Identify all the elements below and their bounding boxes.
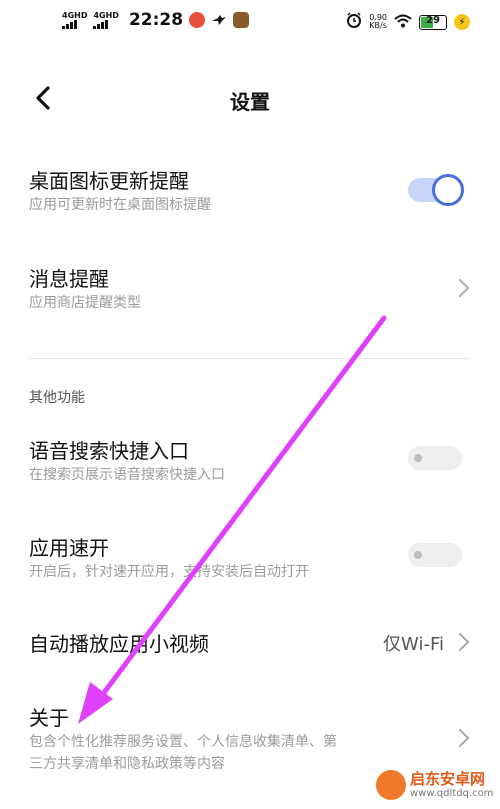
setting-subtitle: 应用商店提醒类型: [29, 295, 141, 311]
setting-title: 桌面图标更新提醒: [29, 169, 189, 193]
toggle-knob: [432, 174, 464, 206]
toggle-knob: [414, 454, 422, 462]
chevron-right-icon: [459, 633, 470, 651]
watermark-url: www.qdltdq.com: [410, 788, 494, 799]
watermark-logo-icon: [376, 770, 406, 800]
setting-value: 仅Wi-Fi: [383, 634, 444, 655]
clock: 22:28: [128, 10, 184, 30]
setting-title: 消息提醒: [29, 267, 109, 291]
bird-icon: [211, 12, 227, 28]
wifi-icon: [394, 13, 412, 32]
quick-open-toggle[interactable]: [408, 543, 462, 567]
network-speed: 0.90 KB/s: [369, 13, 387, 30]
toggle-knob: [414, 551, 422, 559]
desktop-icon-update-toggle[interactable]: [408, 174, 464, 206]
section-divider: [29, 358, 470, 359]
app-notification-icon: [189, 12, 206, 28]
setting-title: 语音搜索快捷入口: [29, 439, 189, 463]
setting-message-reminder[interactable]: 消息提醒 应用商店提醒类型: [0, 258, 500, 328]
watermark-title: 启东安卓网: [410, 770, 486, 788]
watermark: 启东安卓网 www.qdltdq.com: [376, 766, 496, 806]
voice-search-toggle[interactable]: [408, 446, 462, 470]
signal-label: 4GHD: [62, 10, 88, 20]
setting-subtitle: 在搜索页展示语音搜索快捷入口: [29, 467, 225, 483]
charging-icon: ⚡: [454, 14, 470, 30]
status-bar: 4GHD 4GHD 22:28 0.90 KB/s 29 ⚡: [0, 0, 500, 46]
status-left: 4GHD 4GHD 22:28: [62, 10, 250, 30]
game-app-icon: [233, 12, 250, 28]
page-title: 设置: [230, 90, 270, 114]
setting-desktop-icon-update[interactable]: 桌面图标更新提醒 应用可更新时在桌面图标提醒: [0, 160, 500, 230]
setting-subtitle: 应用可更新时在桌面图标提醒: [29, 197, 211, 213]
section-header: 其他功能: [29, 390, 85, 406]
signal-icon: 4GHD: [62, 10, 88, 29]
setting-title: 关于: [29, 706, 69, 730]
signal-icon: 4GHD: [93, 10, 119, 29]
setting-subtitle-line2: 三方共享清单和隐私政策等内容: [29, 756, 225, 772]
status-right: 0.90 KB/s 29 ⚡: [346, 12, 470, 32]
signal-label: 4GHD: [93, 10, 119, 20]
chevron-right-icon: [459, 729, 470, 747]
nav-bar: 设置: [0, 70, 500, 126]
setting-title: 应用速开: [29, 536, 109, 560]
setting-subtitle-line1: 包含个性化推荐服务设置、个人信息收集清单、第: [29, 734, 337, 750]
setting-title: 自动播放应用小视频: [29, 632, 209, 656]
chevron-right-icon: [459, 279, 470, 297]
setting-autoplay-video[interactable]: 自动播放应用小视频 仅Wi-Fi: [0, 625, 500, 665]
setting-subtitle: 开启后，针对速开应用，支持安装后自动打开: [29, 564, 309, 580]
setting-quick-open[interactable]: 应用速开 开启后，针对速开应用，支持安装后自动打开: [0, 527, 500, 597]
battery-icon: 29: [419, 14, 447, 30]
setting-voice-search[interactable]: 语音搜索快捷入口 在搜索页展示语音搜索快捷入口: [0, 430, 500, 500]
alarm-icon: [346, 12, 362, 32]
